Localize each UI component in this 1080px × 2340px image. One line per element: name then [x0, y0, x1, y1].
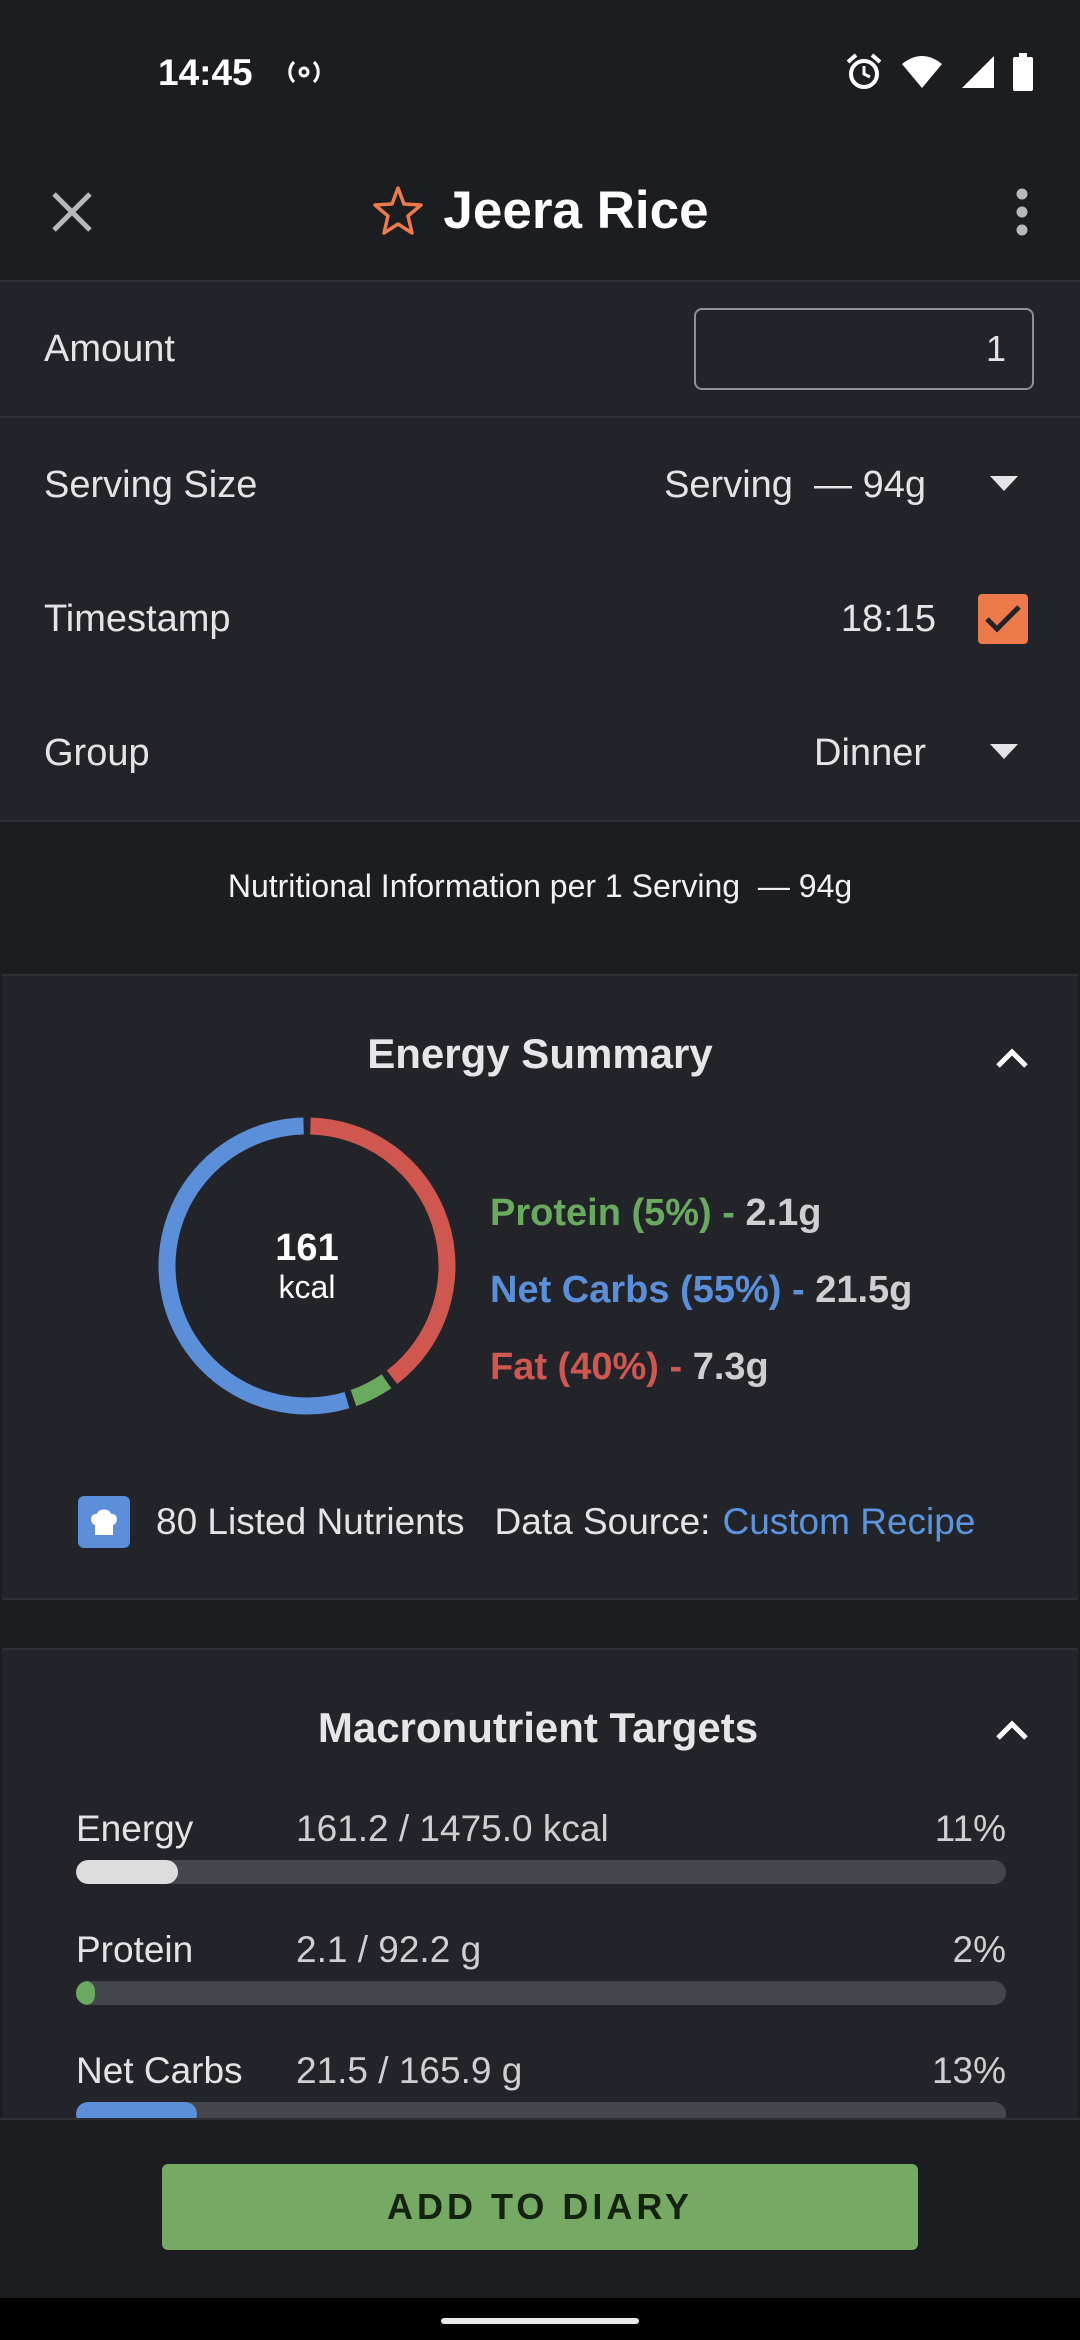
target-progress-track — [76, 1860, 1006, 1884]
status-time: 14:45 — [158, 52, 253, 93]
bottom-action-bar: ADD TO DIARY — [0, 2118, 1080, 2300]
target-progress-track — [76, 1981, 1006, 2005]
collapse-chevron-icon[interactable] — [986, 1032, 1038, 1084]
carbs-summary-label: Net Carbs (55%) - — [490, 1269, 816, 1311]
home-indicator[interactable] — [441, 2318, 639, 2324]
fat-summary-label: Fat (40%) - — [490, 1346, 693, 1388]
group-label: Group — [44, 732, 150, 774]
serving-size-value: Serving — 94g — [664, 464, 926, 506]
energy-summary-card: Energy Summary 161 kcal Protein (5%) - 2… — [2, 974, 1078, 1600]
signal-icon — [962, 56, 994, 88]
hotspot-icon — [288, 60, 320, 84]
target-percent: 11% — [934, 1808, 1006, 1849]
target-progress-fill — [76, 1860, 179, 1884]
protein-summary-amount: 2.1g — [745, 1192, 822, 1234]
wifi-icon — [902, 56, 942, 88]
carbs-summary: Net Carbs (55%) - 21.5g — [490, 1269, 912, 1312]
nutrition-info-caption: Nutritional Information per 1 Serving — … — [227, 868, 853, 904]
target-value: 161.2 / 1475.0 kcal — [296, 1808, 609, 1849]
fat-summary-amount: 7.3g — [692, 1346, 769, 1388]
app-bar: Jeera Rice — [0, 150, 1080, 282]
alarm-icon — [846, 53, 882, 89]
amount-row: Amount — [0, 282, 1080, 418]
target-value: 2.1 / 92.2 g — [296, 1929, 482, 1970]
serving-size-row[interactable]: Serving Size Serving — 94g — [0, 418, 1080, 554]
data-source-label: Data Source: — [494, 1501, 711, 1542]
group-row[interactable]: Group Dinner — [0, 686, 1080, 822]
timestamp-value[interactable]: 18:15 — [841, 598, 936, 641]
group-value: Dinner — [814, 732, 926, 774]
kcal-unit: kcal — [278, 1269, 336, 1305]
status-bar: 14:45 — [0, 0, 1080, 150]
serving-size-label: Serving Size — [44, 464, 258, 506]
target-percent: 13% — [931, 2050, 1006, 2091]
page-title: Jeera Rice — [443, 181, 709, 240]
target-value: 21.5 / 165.9 g — [296, 2050, 523, 2091]
timestamp-checkbox[interactable] — [978, 594, 1028, 644]
chef-hat-icon — [78, 1496, 130, 1548]
target-name: Net Carbs — [76, 2050, 243, 2091]
target-name: Protein — [76, 1929, 194, 1970]
protein-summary: Protein (5%) - 2.1g — [490, 1192, 822, 1235]
more-options-button[interactable] — [990, 180, 1054, 244]
nutrients-row: 80 Listed Nutrients Data Source: Custom … — [78, 1496, 975, 1548]
collapse-chevron-icon[interactable] — [986, 1704, 1038, 1756]
macronutrient-targets-card: Macronutrient Targets Energy 161.2 / 147… — [2, 1648, 1078, 2132]
data-source-link[interactable]: Custom Recipe — [722, 1501, 975, 1543]
fat-summary: Fat (40%) - 7.3g — [490, 1346, 769, 1389]
check-icon — [985, 605, 1021, 633]
timestamp-row: Timestamp 18:15 — [0, 552, 1080, 688]
energy-summary-title: Energy Summary — [367, 1030, 713, 1077]
favorite-star-icon[interactable] — [371, 184, 425, 238]
target-progress-fill — [76, 1981, 95, 2005]
carbs-summary-amount: 21.5g — [815, 1269, 913, 1311]
amount-label: Amount — [44, 328, 175, 370]
title-wrap: Jeera Rice — [0, 180, 1080, 241]
kcal-value: 161 — [275, 1227, 339, 1269]
targets-title: Macronutrient Targets — [317, 1704, 759, 1751]
timestamp-label: Timestamp — [44, 598, 231, 640]
listed-nutrients-count[interactable]: 80 Listed Nutrients — [156, 1501, 465, 1543]
target-percent: 2% — [952, 1929, 1006, 1970]
add-to-diary-button[interactable]: ADD TO DIARY — [162, 2164, 918, 2250]
protein-summary-label: Protein (5%) - — [490, 1192, 746, 1234]
serving-size-dropdown-icon[interactable] — [990, 476, 1018, 491]
group-dropdown-icon[interactable] — [990, 744, 1018, 759]
more-vert-icon — [1016, 188, 1028, 236]
battery-icon — [1013, 53, 1033, 91]
donut-center: 161 kcal — [157, 1116, 457, 1416]
status-icons — [844, 52, 1034, 92]
amount-input[interactable] — [694, 308, 1034, 390]
target-name: Energy — [76, 1808, 194, 1849]
